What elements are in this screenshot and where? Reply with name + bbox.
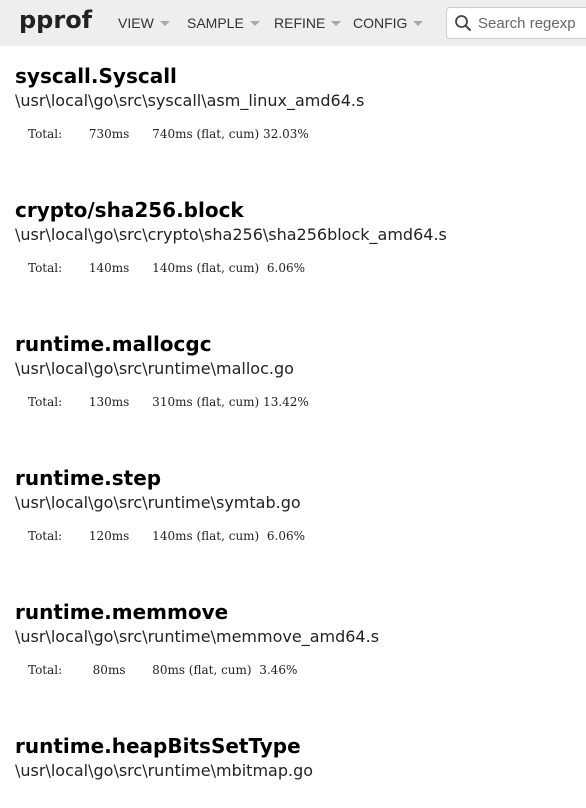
sample-menu[interactable]: SAMPLE xyxy=(187,15,260,31)
top-toolbar: pprof VIEW SAMPLE REFINE CONFIG xyxy=(0,0,586,46)
function-total: Total: 140ms 140ms (flat, cum) 6.06% xyxy=(28,261,305,275)
function-file-path: \usr\local\go\src\runtime\memmove_amd64.… xyxy=(15,627,380,646)
function-block: runtime.heapBitsSetType \usr\local\go\sr… xyxy=(15,734,585,782)
function-block: syscall.Syscall \usr\local\go\src\syscal… xyxy=(15,64,585,142)
chevron-down-icon xyxy=(331,21,342,26)
function-block: runtime.memmove \usr\local\go\src\runtim… xyxy=(15,600,585,678)
function-block: runtime.mallocgc \usr\local\go\src\runti… xyxy=(15,332,585,410)
search-box[interactable] xyxy=(446,7,586,39)
function-total: Total: 730ms 740ms (flat, cum) 32.03% xyxy=(28,127,309,141)
function-name: syscall.Syscall xyxy=(15,64,177,88)
function-file-path: \usr\local\go\src\syscall\asm_linux_amd6… xyxy=(15,91,365,110)
function-name: runtime.heapBitsSetType xyxy=(15,734,301,758)
function-name: runtime.mallocgc xyxy=(15,332,212,356)
sample-menu-label: SAMPLE xyxy=(187,15,244,31)
function-file-path: \usr\local\go\src\crypto\sha256\sha256bl… xyxy=(15,225,447,244)
pprof-logo[interactable]: pprof xyxy=(19,6,92,34)
refine-menu-label: REFINE xyxy=(274,15,326,31)
function-file-path: \usr\local\go\src\runtime\symtab.go xyxy=(15,493,301,512)
function-name: crypto/sha256.block xyxy=(15,198,244,222)
function-total: Total: 120ms 140ms (flat, cum) 6.06% xyxy=(28,529,305,543)
search-input[interactable] xyxy=(478,14,586,32)
function-name: runtime.memmove xyxy=(15,600,229,624)
chevron-down-icon xyxy=(249,21,260,26)
function-total: Total: 80ms 80ms (flat, cum) 3.46% xyxy=(28,663,298,677)
refine-menu[interactable]: REFINE xyxy=(274,15,342,31)
function-file-path: \usr\local\go\src\runtime\mbitmap.go xyxy=(15,761,314,780)
chevron-down-icon xyxy=(159,21,170,26)
chevron-down-icon xyxy=(413,21,424,26)
view-menu[interactable]: VIEW xyxy=(118,15,170,31)
function-total: Total: 130ms 310ms (flat, cum) 13.42% xyxy=(28,395,309,409)
function-block: crypto/sha256.block \usr\local\go\src\cr… xyxy=(15,198,585,276)
search-icon xyxy=(455,15,471,31)
config-menu[interactable]: CONFIG xyxy=(353,15,424,31)
function-file-path: \usr\local\go\src\runtime\malloc.go xyxy=(15,359,294,378)
function-name: runtime.step xyxy=(15,466,162,490)
config-menu-label: CONFIG xyxy=(353,15,408,31)
view-menu-label: VIEW xyxy=(118,15,154,31)
function-block: runtime.step \usr\local\go\src\runtime\s… xyxy=(15,466,585,544)
